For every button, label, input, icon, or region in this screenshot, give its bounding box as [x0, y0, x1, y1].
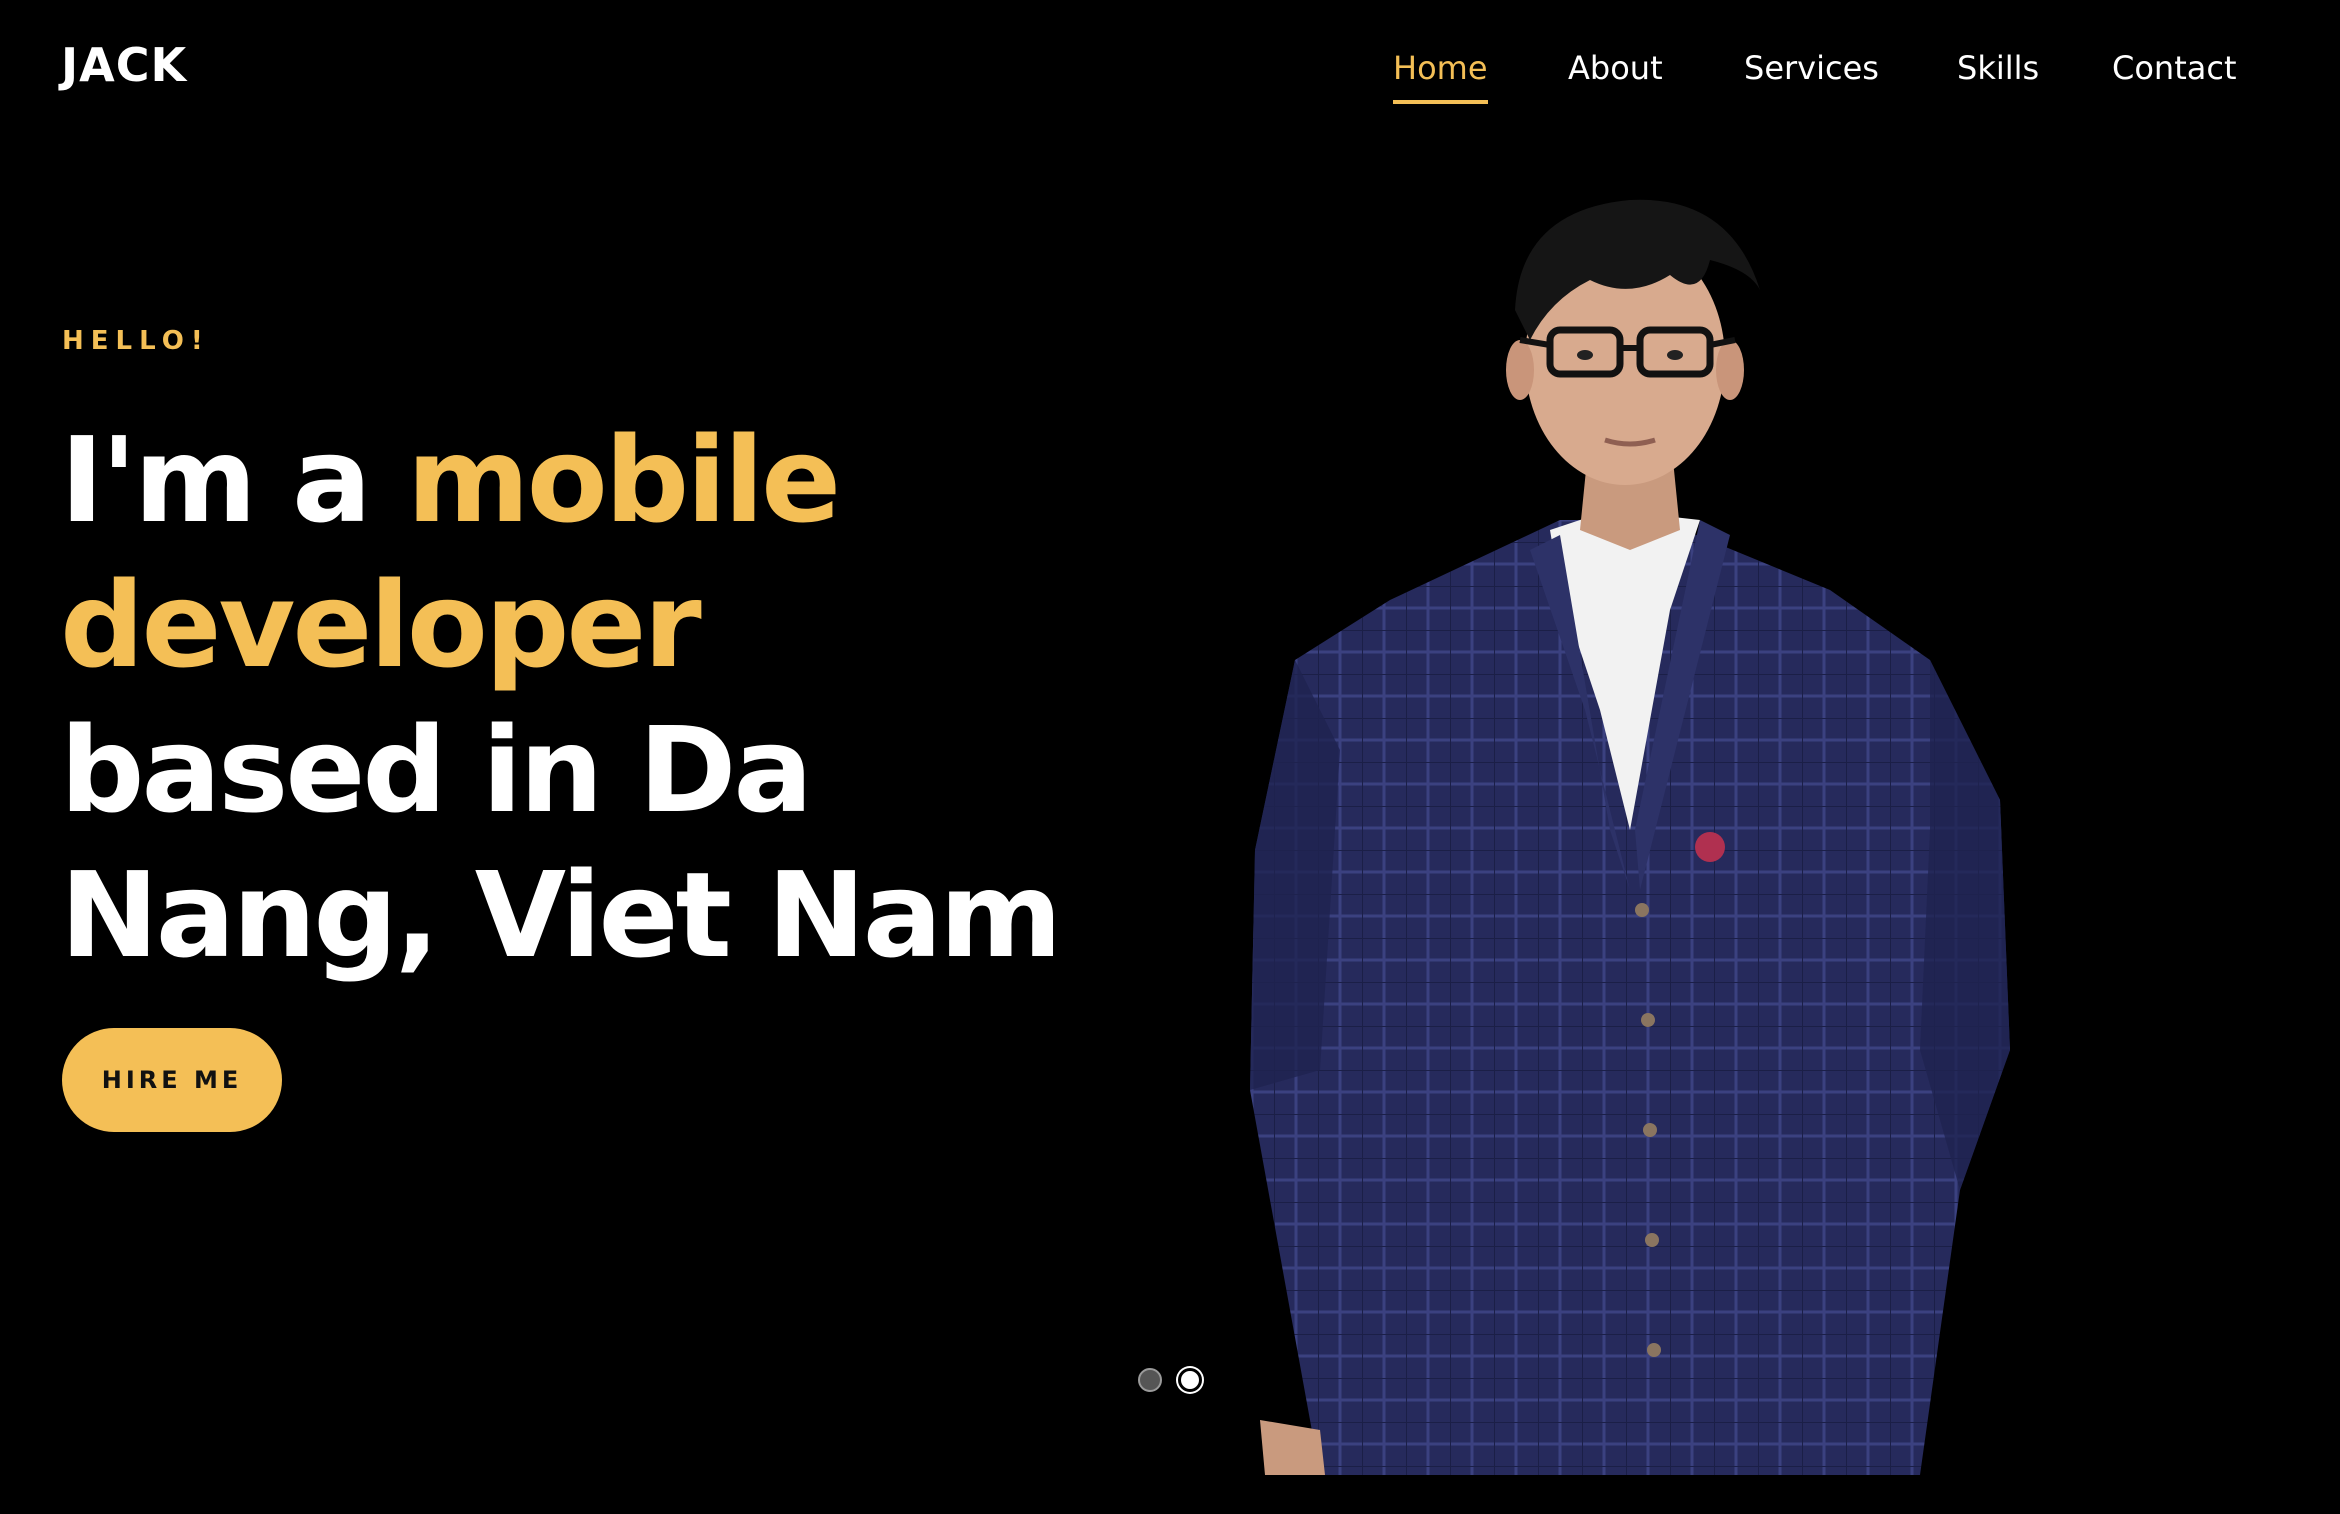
nav-item-contact[interactable]: Contact	[2112, 44, 2237, 92]
headline-line-4: Nang, Viet Nam	[60, 846, 1062, 984]
carousel-dot-2[interactable]	[1178, 1368, 1202, 1392]
carousel-dots	[1138, 1368, 1208, 1394]
headline-highlight-mobile: mobile	[406, 411, 841, 549]
portrait-photo	[1250, 199, 2010, 1475]
nav-item-home[interactable]: Home	[1393, 44, 1488, 104]
hero-eyebrow: HELLO!	[62, 326, 210, 356]
hero-page: JACK Home About Services Skills Contact …	[0, 0, 2340, 1514]
nav-item-about[interactable]: About	[1568, 44, 1663, 92]
hero-headline: I'm a mobile developer based in Da Nang,…	[60, 408, 1160, 988]
hire-me-button[interactable]: HIRE ME	[62, 1028, 282, 1132]
nav-item-skills[interactable]: Skills	[1957, 44, 2039, 92]
headline-line-3: based in Da	[60, 701, 813, 839]
headline-prefix: I'm a	[60, 411, 407, 549]
main-nav: Home About Services Skills Contact	[0, 44, 2340, 114]
carousel-dot-1[interactable]	[1138, 1368, 1162, 1392]
headline-highlight-developer: developer	[60, 556, 702, 694]
nav-item-services[interactable]: Services	[1744, 44, 1879, 92]
